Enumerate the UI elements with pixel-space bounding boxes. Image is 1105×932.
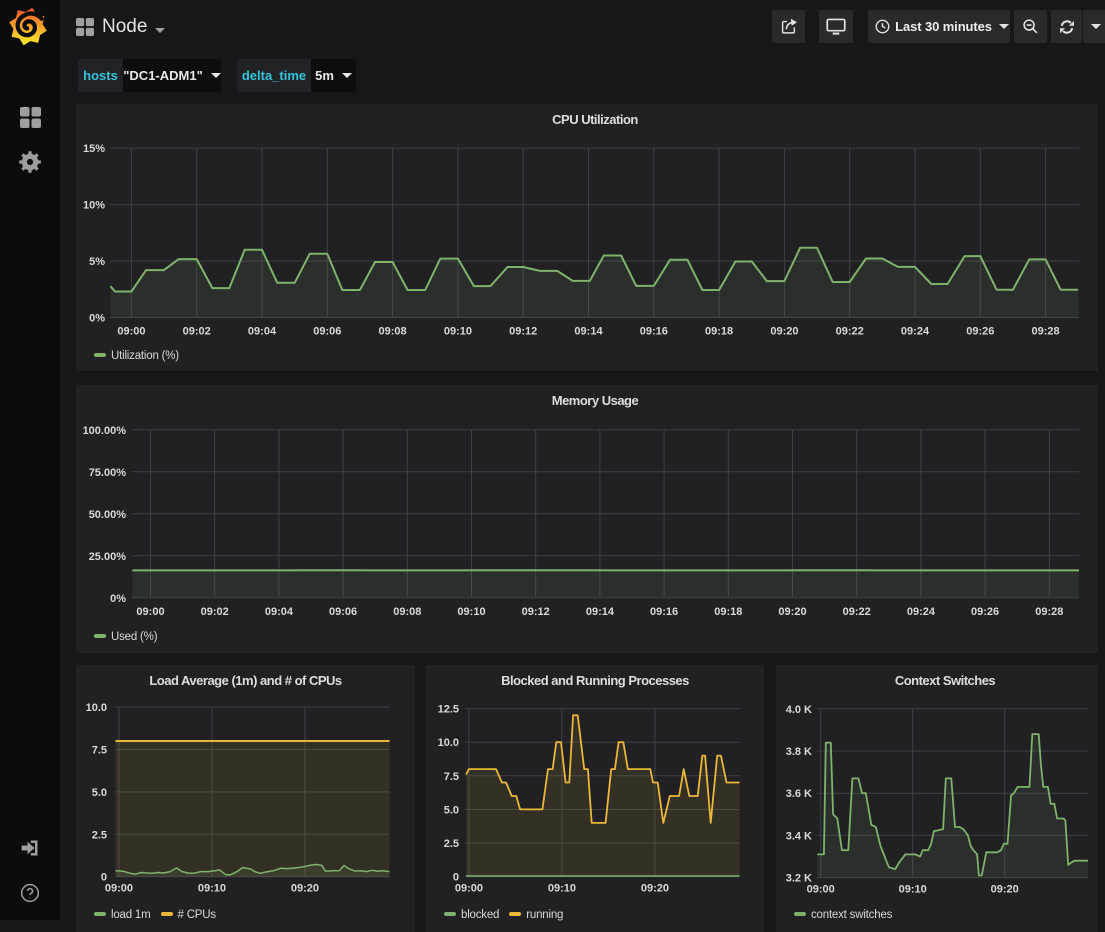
svg-text:25.00%: 25.00% bbox=[89, 551, 127, 563]
svg-text:09:24: 09:24 bbox=[907, 606, 936, 618]
svg-text:09:00: 09:00 bbox=[807, 884, 835, 896]
svg-text:12.5: 12.5 bbox=[438, 704, 459, 716]
svg-text:09:22: 09:22 bbox=[836, 326, 864, 338]
svg-text:09:06: 09:06 bbox=[313, 326, 341, 338]
svg-text:09:24: 09:24 bbox=[901, 326, 930, 338]
svg-text:09:10: 09:10 bbox=[198, 883, 226, 895]
svg-text:09:18: 09:18 bbox=[714, 606, 742, 618]
svg-text:09:00: 09:00 bbox=[455, 883, 483, 895]
svg-text:09:08: 09:08 bbox=[393, 606, 421, 618]
svg-text:09:00: 09:00 bbox=[105, 883, 133, 895]
svg-text:09:08: 09:08 bbox=[379, 326, 407, 338]
svg-text:09:28: 09:28 bbox=[1035, 606, 1063, 618]
svg-text:09:20: 09:20 bbox=[991, 884, 1019, 896]
svg-text:09:04: 09:04 bbox=[265, 606, 294, 618]
svg-text:100.00%: 100.00% bbox=[83, 425, 127, 437]
svg-text:09:10: 09:10 bbox=[548, 883, 576, 895]
svg-text:09:20: 09:20 bbox=[770, 326, 798, 338]
svg-text:09:26: 09:26 bbox=[971, 606, 999, 618]
svg-text:09:16: 09:16 bbox=[640, 326, 668, 338]
svg-text:50.00%: 50.00% bbox=[89, 509, 127, 521]
svg-text:09:00: 09:00 bbox=[117, 326, 145, 338]
svg-text:5.0: 5.0 bbox=[444, 805, 459, 817]
svg-text:09:20: 09:20 bbox=[291, 883, 319, 895]
svg-text:5.0: 5.0 bbox=[92, 787, 107, 799]
svg-text:3.4 K: 3.4 K bbox=[786, 830, 812, 842]
svg-text:10.0: 10.0 bbox=[438, 737, 459, 749]
svg-text:75.00%: 75.00% bbox=[89, 467, 127, 479]
svg-text:09:10: 09:10 bbox=[444, 326, 472, 338]
svg-text:0%: 0% bbox=[89, 313, 105, 325]
svg-text:09:14: 09:14 bbox=[586, 606, 615, 618]
svg-text:09:20: 09:20 bbox=[778, 606, 806, 618]
svg-text:2.5: 2.5 bbox=[92, 829, 107, 841]
svg-text:15%: 15% bbox=[83, 143, 105, 155]
svg-text:09:22: 09:22 bbox=[843, 606, 871, 618]
svg-text:09:28: 09:28 bbox=[1032, 326, 1060, 338]
svg-text:09:04: 09:04 bbox=[248, 326, 277, 338]
svg-text:7.5: 7.5 bbox=[92, 745, 107, 757]
svg-text:09:00: 09:00 bbox=[136, 606, 164, 618]
svg-text:3.6 K: 3.6 K bbox=[786, 788, 812, 800]
svg-text:5%: 5% bbox=[89, 256, 105, 268]
svg-text:7.5: 7.5 bbox=[444, 771, 459, 783]
svg-text:09:10: 09:10 bbox=[899, 884, 927, 896]
svg-text:3.8 K: 3.8 K bbox=[786, 746, 812, 758]
svg-text:09:26: 09:26 bbox=[966, 326, 994, 338]
svg-text:09:02: 09:02 bbox=[183, 326, 211, 338]
svg-text:09:12: 09:12 bbox=[509, 326, 537, 338]
svg-text:09:12: 09:12 bbox=[522, 606, 550, 618]
svg-text:10%: 10% bbox=[83, 200, 105, 212]
svg-text:09:16: 09:16 bbox=[650, 606, 678, 618]
svg-text:0%: 0% bbox=[110, 593, 126, 605]
svg-text:09:20: 09:20 bbox=[641, 883, 669, 895]
svg-text:09:02: 09:02 bbox=[201, 606, 229, 618]
svg-text:2.5: 2.5 bbox=[444, 838, 459, 850]
svg-text:09:14: 09:14 bbox=[574, 326, 603, 338]
svg-text:4.0 K: 4.0 K bbox=[786, 704, 812, 716]
svg-text:09:06: 09:06 bbox=[329, 606, 357, 618]
svg-text:10.0: 10.0 bbox=[86, 702, 107, 714]
svg-text:09:10: 09:10 bbox=[457, 606, 485, 618]
svg-text:09:18: 09:18 bbox=[705, 326, 733, 338]
